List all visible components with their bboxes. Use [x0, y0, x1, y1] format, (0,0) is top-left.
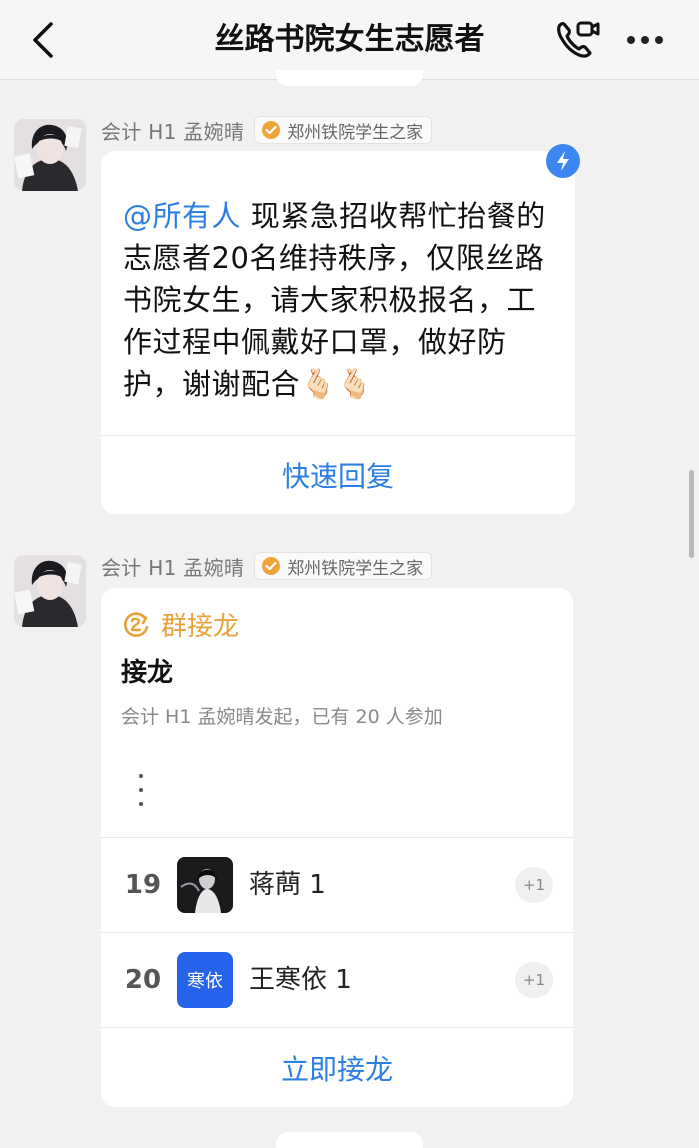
more-options-button[interactable] [620, 18, 670, 62]
org-badge[interactable]: 郑州铁院学生之家 [254, 552, 433, 580]
scrollbar[interactable] [689, 470, 694, 558]
avatar-image [14, 555, 86, 627]
avatar-image [14, 119, 86, 191]
sender-name[interactable]: 会计 H1 孟婉晴 [101, 116, 244, 145]
org-badge[interactable]: 郑州铁院学生之家 [254, 116, 433, 144]
call-button[interactable] [552, 18, 602, 62]
sender-info: 会计 H1 孟婉晴 郑州铁院学生之家 [101, 115, 433, 145]
previous-message-bubble [276, 70, 423, 86]
plus-one-button[interactable]: +1 [515, 867, 553, 903]
entry-name: 王寒依 1 [249, 965, 352, 995]
group-chain-icon [123, 611, 149, 637]
dot-icon [655, 36, 663, 44]
message-text: @所有人 现紧急招收帮忙抬餐的志愿者20名维持秩序，仅限丝路书院女生，请大家积极… [123, 195, 553, 405]
dot-icon [627, 36, 635, 44]
dot-icon [139, 802, 143, 806]
entry-avatar: 寒依 [177, 952, 233, 1008]
lightning-icon [557, 151, 569, 171]
sender-avatar[interactable] [14, 555, 86, 627]
chain-subtitle: 会计 H1 孟婉晴发起，已有 20 人参加 [121, 706, 443, 728]
mention-all[interactable]: @所有人 [123, 199, 241, 233]
sender-info: 会计 H1 孟婉晴 郑州铁院学生之家 [101, 551, 433, 581]
sender-avatar[interactable] [14, 119, 86, 191]
dot-icon [139, 788, 143, 792]
verified-icon [262, 121, 281, 139]
message-bubble[interactable]: @所有人 现紧急招收帮忙抬餐的志愿者20名维持秩序，仅限丝路书院女生，请大家积极… [101, 151, 575, 514]
group-chain-card[interactable]: 群接龙 接龙 会计 H1 孟婉晴发起，已有 20 人参加 19 蒋蔄 1 +1 … [101, 588, 573, 1107]
quick-reply-button[interactable]: 快速回复 [101, 455, 575, 495]
chain-header: 群接龙 [121, 606, 239, 643]
avatar-image [177, 857, 233, 913]
chain-title: 接龙 [121, 658, 174, 688]
chat-header: 丝路书院女生志愿者 [0, 0, 699, 80]
phone-video-icon [557, 21, 600, 58]
dot-icon [641, 36, 649, 44]
divider [101, 1027, 573, 1028]
entry-number: 19 [124, 870, 162, 900]
join-chain-button[interactable]: 立即接龙 [101, 1048, 573, 1088]
sender-name[interactable]: 会计 H1 孟婉晴 [101, 552, 244, 581]
entry-number: 20 [124, 965, 162, 995]
next-message-bubble [276, 1132, 423, 1148]
dot-icon [139, 774, 143, 778]
org-name: 郑州铁院学生之家 [287, 122, 424, 143]
flash-badge [546, 144, 580, 178]
plus-one-button[interactable]: +1 [515, 962, 553, 998]
divider [101, 435, 575, 436]
expand-more-button[interactable] [135, 774, 147, 806]
entry-avatar [177, 857, 233, 913]
org-name: 郑州铁院学生之家 [287, 558, 424, 579]
verified-icon [262, 557, 281, 575]
chain-entry[interactable]: 19 蒋蔄 1 +1 [101, 838, 573, 932]
chain-header-label: 群接龙 [161, 612, 240, 642]
chain-entry[interactable]: 20 寒依 王寒依 1 +1 [101, 933, 573, 1027]
entry-name: 蒋蔄 1 [249, 870, 326, 900]
